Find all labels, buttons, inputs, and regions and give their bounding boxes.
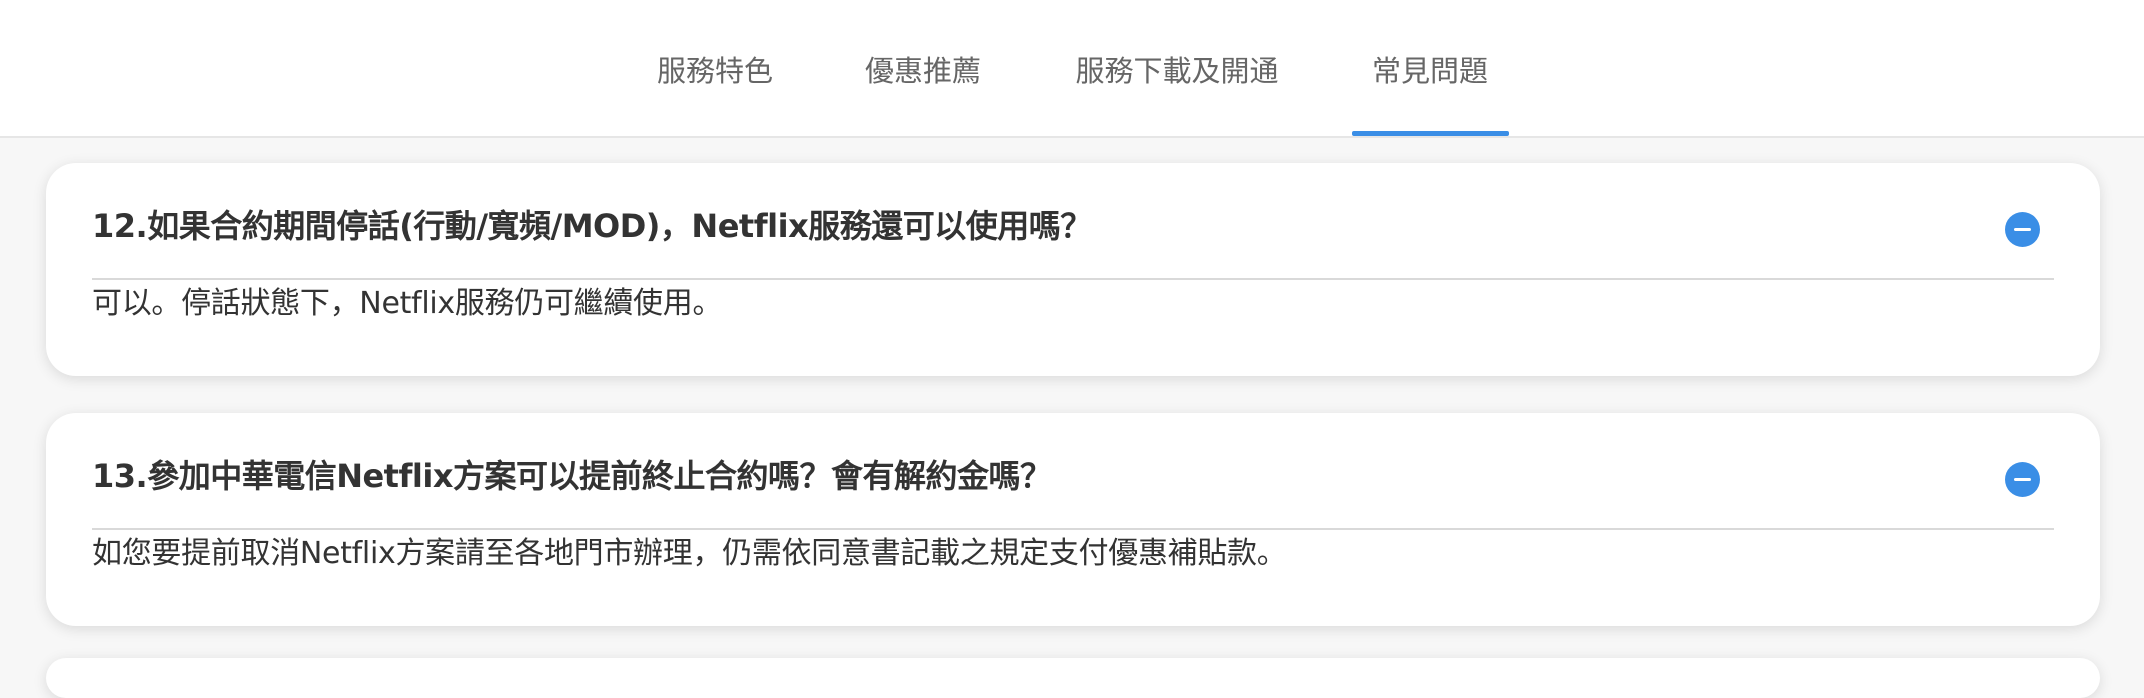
faq-item-next xyxy=(46,658,2100,698)
faq-answer: 可以。停話狀態下，Netflix服務仍可繼續使用。 xyxy=(92,286,723,321)
faq-item: 13.參加中華電信Netflix方案可以提前終止合約嗎？會有解約金嗎？ 如您要提… xyxy=(46,413,2100,626)
tab-promotions[interactable]: 優惠推薦 xyxy=(848,0,998,138)
faq-question: 13.參加中華電信Netflix方案可以提前終止合約嗎？會有解約金嗎？ xyxy=(92,457,1052,495)
faq-question: 12.如果合約期間停話(行動/寬頻/MOD)，Netflix服務還可以使用嗎？ xyxy=(92,207,1092,245)
faq-item: 12.如果合約期間停話(行動/寬頻/MOD)，Netflix服務還可以使用嗎？ … xyxy=(46,163,2100,376)
faq-answer: 如您要提前取消Netflix方案請至各地門市辦理，仍需依同意書記載之規定支付優惠… xyxy=(92,536,1287,571)
minus-circle-icon[interactable] xyxy=(2005,462,2040,497)
active-tab-indicator xyxy=(1352,131,1509,136)
minus-circle-icon[interactable] xyxy=(2005,212,2040,247)
tab-service-features[interactable]: 服務特色 xyxy=(640,0,790,138)
tab-bar: 服務特色 優惠推薦 服務下載及開通 常見問題 xyxy=(0,0,2144,138)
tab-faq[interactable]: 常見問題 xyxy=(1352,0,1508,138)
faq-question-header[interactable]: 12.如果合約期間停話(行動/寬頻/MOD)，Netflix服務還可以使用嗎？ xyxy=(92,163,2054,280)
tab-download-activation[interactable]: 服務下載及開通 xyxy=(1060,0,1294,138)
faq-question-header[interactable]: 13.參加中華電信Netflix方案可以提前終止合約嗎？會有解約金嗎？ xyxy=(92,413,2054,530)
